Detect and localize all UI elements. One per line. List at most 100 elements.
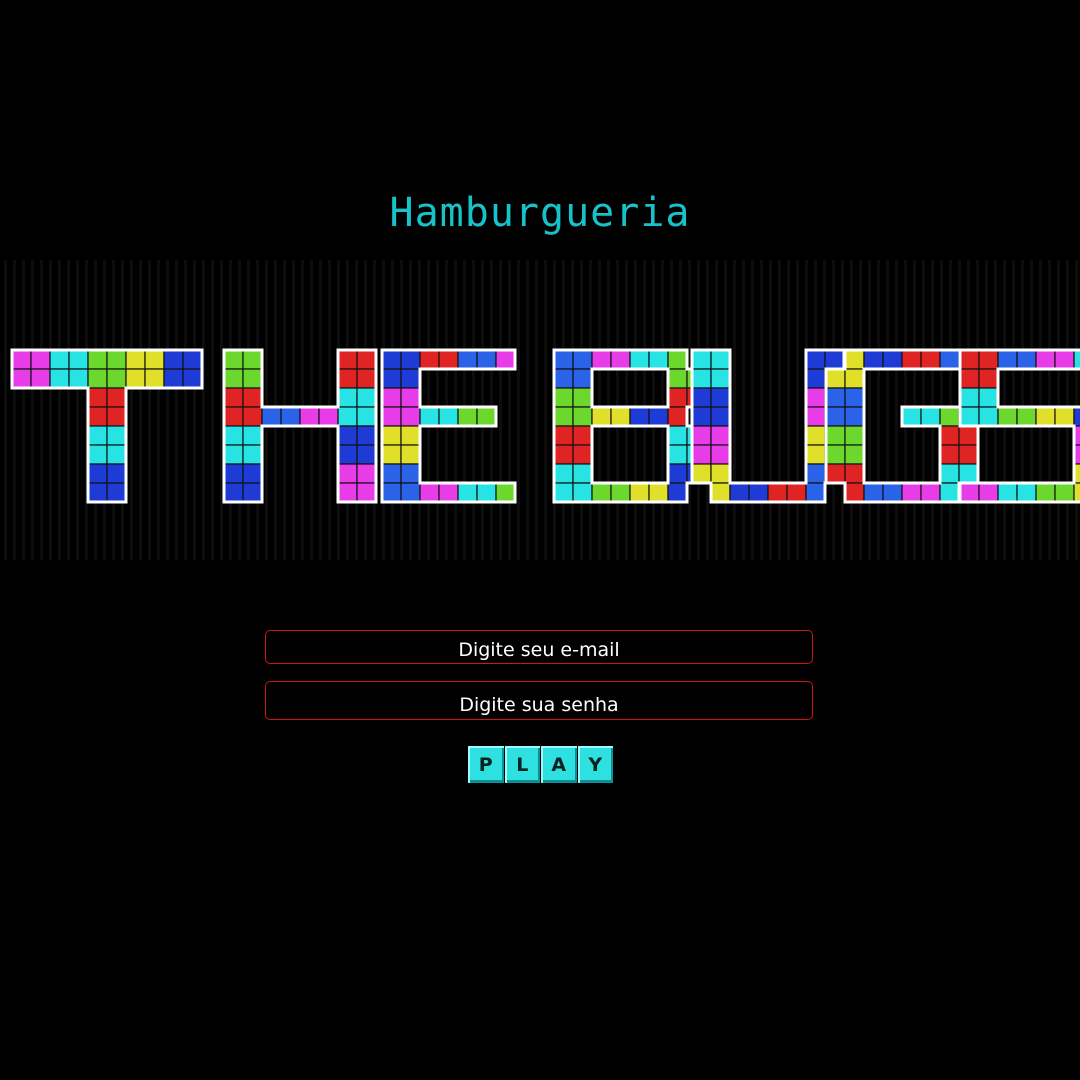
logo-block [959,406,980,427]
logo-block [457,406,478,427]
logo-block [863,482,884,503]
logo-block [87,444,108,465]
logo-block [356,482,377,503]
logo-block [1054,406,1075,427]
logo-block [767,482,788,503]
logo-block [882,482,903,503]
password-field[interactable]: Digite sua senha [265,681,813,720]
logo-ghost-stripe [58,260,61,560]
play-key-l: L [504,746,540,783]
logo-block [400,463,421,484]
logo-block [825,368,846,389]
logo-block [553,406,574,427]
email-field[interactable]: Digite seu e-mail [265,630,813,664]
logo-block [223,425,244,446]
logo-block [125,368,146,389]
logo-ghost-stripe [535,260,538,560]
logo-ghost-stripe [130,260,133,560]
logo-block [648,482,669,503]
play-button[interactable]: P L A Y [468,746,613,783]
logo-block [629,406,650,427]
logo-block [163,368,184,389]
logo-block [591,482,612,503]
logo-block [901,349,922,370]
logo-block [87,368,108,389]
logo-block [242,387,263,408]
logo-block [106,482,127,503]
logo-block [49,349,70,370]
logo-block [748,482,769,503]
logo-block [710,368,731,389]
logo-block [30,349,51,370]
logo-ghost-stripe [13,260,16,560]
logo-block [106,406,127,427]
logo-block [337,349,358,370]
logo-block [959,482,980,503]
logo-block [1073,406,1080,427]
logo-block [572,482,593,503]
logo-block [1054,482,1075,503]
logo-block [824,349,845,370]
logo-block [825,425,846,446]
logo-block [572,406,593,427]
logo-block [553,387,574,408]
logo-block [667,425,688,446]
logo-block [87,406,108,427]
logo-block [144,368,165,389]
logo-block [106,368,127,389]
logo-block [939,406,960,427]
logo-block [805,349,826,370]
logo-ghost-stripe [796,260,799,560]
logo-block [476,349,497,370]
logo-block [223,387,244,408]
logo-block [438,349,459,370]
logo-block [1073,349,1080,370]
logo-block [691,349,712,370]
logo-block [457,482,478,503]
logo-block [572,349,593,370]
logo-block [978,368,999,389]
logo-block [805,482,826,503]
logo-block [337,444,358,465]
logo-block [163,349,184,370]
logo-block [805,387,826,408]
logo-block [223,482,244,503]
logo-ghost-stripe [742,260,745,560]
logo-block [997,349,1018,370]
logo-block [106,444,127,465]
logo-block [1035,349,1056,370]
logo-block [495,349,516,370]
logo-block [106,425,127,446]
logo-block [337,387,358,408]
logo-ghost-stripe [508,260,511,560]
logo-ghost-stripe [544,260,547,560]
logo-block [400,425,421,446]
logo-block [805,463,826,484]
logo-block [691,463,712,484]
logo-block [958,425,979,446]
logo-block [553,368,574,389]
logo-block [223,349,244,370]
logo-block [223,368,244,389]
logo-block [242,444,263,465]
logo-block [144,349,165,370]
logo-block [242,349,263,370]
logo-block [572,463,593,484]
logo-block [939,349,960,370]
logo-block [106,349,127,370]
logo-block [337,463,358,484]
logo-ghost-stripe [175,260,178,560]
logo-block [825,387,846,408]
logo-block [11,368,32,389]
logo-block [438,482,459,503]
logo-ghost-stripe [49,260,52,560]
logo-block [648,406,669,427]
logo-block [667,387,688,408]
logo-block [419,406,440,427]
logo-block [49,368,70,389]
logo-block [223,463,244,484]
logo-block [381,406,402,427]
logo-block [261,406,282,427]
logo-block [400,387,421,408]
logo-block [959,349,980,370]
